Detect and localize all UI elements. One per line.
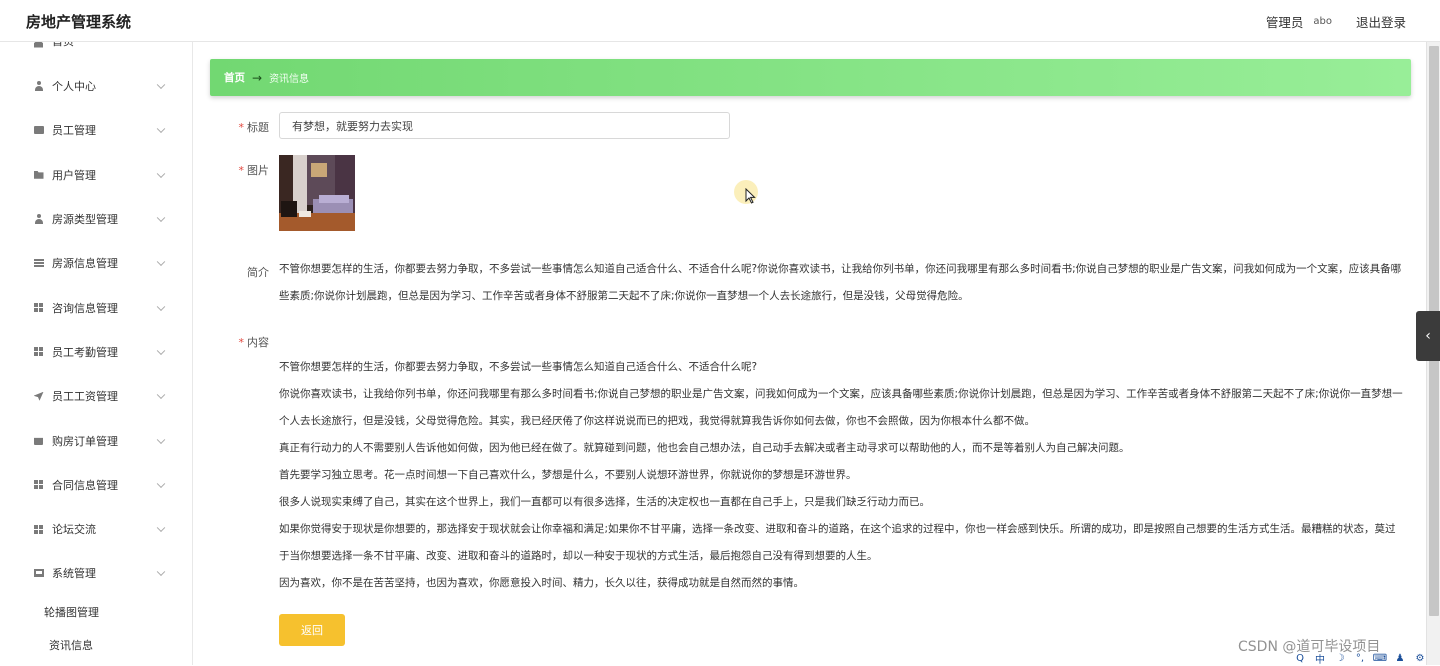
sidebar-item-label: 房源信息管理 [52, 257, 118, 271]
sidebar-item-label: 员工工资管理 [52, 390, 118, 404]
chevron-down-icon [156, 346, 166, 355]
sidebar-item-label: 员工考勤管理 [52, 345, 118, 359]
content-body: 不管你想要怎样的生活，你都要去努力争取，不多尝试一些事情怎么知道自己适合什么、不… [279, 354, 1404, 597]
intro-text: 不管你想要怎样的生活，你都要去努力争取，不多尝试一些事情怎么知道自己适合什么、不… [279, 263, 1402, 302]
user-area: 管理员 abo 退出登录 [1266, 12, 1406, 31]
sidebar-item-label: 咨询信息管理 [52, 301, 118, 315]
app-title: 房地产管理系统 [26, 13, 132, 31]
sidebar-item-house-info[interactable]: 房源信息管理 [0, 241, 192, 285]
required-star: * [238, 121, 245, 134]
chevron-down-icon [156, 257, 166, 267]
arrow-right-icon: → [252, 70, 263, 85]
grid-icon [33, 302, 44, 313]
logout-button[interactable]: 退出登录 [1356, 12, 1406, 31]
required-star: * [238, 336, 245, 349]
sidebar-item-label: 合同信息管理 [52, 478, 118, 492]
main-content: 首页 → 资讯信息 * 标题 有梦想，就要努力去实现 * 图片 简介 不管你想要怎样… [193, 42, 1426, 665]
chevron-down-icon [156, 80, 166, 90]
sidebar-item-house-types[interactable]: 房源类型管理 [0, 197, 192, 241]
user-icon[interactable]: ♟ [1392, 653, 1408, 664]
chevron-down-icon [156, 390, 166, 400]
user-icon [33, 81, 44, 92]
sidebar-subitem-carousel[interactable]: 轮播图管理 [0, 596, 192, 629]
sidebar-item-personal-center[interactable]: 个人中心 [0, 64, 192, 108]
back-button[interactable]: 返回 [279, 614, 345, 646]
sidebar-item-label: 系统管理 [52, 567, 96, 581]
content-paragraph: 因为喜欢，你不是在苦苦坚持，也因为喜欢，你愿意投入时间、精力，长久以往，获得成功… [279, 577, 804, 589]
sidebar-item-attendance[interactable]: 员工考勤管理 [0, 330, 192, 374]
title-value: 有梦想，就要努力去实现 [292, 119, 413, 133]
grid-icon [33, 346, 44, 357]
content-paragraph: 你说你喜欢读书，让我给你列书单，你还问我哪里有那么多时间看书;你说自己梦想的职业… [279, 388, 1403, 427]
sidebar-item-contracts[interactable]: 合同信息管理 [0, 463, 192, 507]
sidebar-item-label: 房源类型管理 [52, 213, 118, 227]
required-star: * [238, 164, 245, 177]
sidebar-item-consult-info[interactable]: 咨询信息管理 [0, 285, 192, 329]
sidebar-item-users[interactable]: 用户管理 [0, 153, 192, 197]
sidebar-item-label: 个人中心 [52, 80, 96, 94]
chevron-down-icon [156, 479, 166, 488]
ime-tray: Q 中 ☽ °, ⌨ ♟ ⚙ [1292, 651, 1432, 666]
top-bar: 房地产管理系统 管理员 abo 退出登录 [0, 0, 1440, 42]
sidebar-item-salary[interactable]: 员工工资管理 [0, 374, 192, 418]
grid-icon [33, 479, 44, 490]
send-icon [33, 391, 44, 402]
sidebar-item-label: 购房订单管理 [52, 434, 118, 448]
content-paragraph: 不管你想要怎样的生活，你都要去努力争取，不多尝试一些事情怎么知道自己适合什么、不… [279, 361, 758, 373]
title-input[interactable]: 有梦想，就要努力去实现 [279, 112, 730, 139]
chevron-down-icon [156, 567, 166, 577]
room-photo[interactable] [279, 155, 355, 231]
content-paragraph: 首先要学习独立思考。花一点时间想一下自己喜欢什么，梦想是什么，不要别人说想环游世… [279, 469, 857, 481]
chat-icon [33, 125, 44, 136]
content-label: * 内容 [238, 336, 270, 349]
sidebar: 首页 个人中心 员工管理 用户管理 房源类型管理 房源信息管理 咨询信息管理 员… [0, 42, 193, 665]
content-paragraph: 真正有行动力的人不需要别人告诉他如何做，因为他已经在做了。就算碰到问题，他也会自… [279, 442, 1130, 454]
ime-chinese-icon[interactable]: 中 [1312, 651, 1328, 666]
chevron-down-icon [156, 213, 166, 223]
sidebar-item-label: 员工管理 [52, 124, 96, 138]
sidebar-subitem-news[interactable]: 资讯信息 [0, 629, 192, 662]
user-role: 管理员 [1265, 15, 1304, 30]
moon-icon[interactable]: ☽ [1332, 653, 1348, 664]
sidebar-item-label: 用户管理 [52, 168, 96, 182]
sidebar-item-system[interactable]: 系统管理 [0, 551, 192, 595]
list-icon [33, 258, 44, 269]
breadcrumb-current: 资讯信息 [269, 74, 310, 85]
sidebar-item-staff[interactable]: 员工管理 [0, 108, 192, 152]
user-icon [33, 214, 44, 225]
content-paragraph: 很多人说现实束缚了自己，其实在这个世界上，我们一直都可以有很多选择，生活的决定权… [279, 496, 930, 508]
keyboard-icon[interactable]: ⌨ [1372, 653, 1388, 664]
intro-label: 简介 [247, 266, 269, 279]
side-panel-toggle[interactable]: ‹ [1416, 311, 1440, 361]
chevron-down-icon [156, 169, 166, 178]
bag-icon [33, 435, 44, 446]
chevron-down-icon [156, 435, 166, 444]
breadcrumb: 首页 → 资讯信息 [210, 59, 1411, 96]
sidebar-item-label: 论坛交流 [52, 523, 96, 537]
sidebar-item-orders[interactable]: 购房订单管理 [0, 418, 192, 462]
home-icon [33, 42, 44, 49]
grid-icon [33, 524, 44, 535]
sidebar-item-home[interactable]: 首页 [0, 42, 192, 49]
monitor-icon [33, 568, 44, 579]
chevron-down-icon [156, 124, 166, 134]
chevron-down-icon [156, 523, 166, 533]
chevron-left-icon: ‹ [1425, 328, 1431, 344]
breadcrumb-home[interactable]: 首页 [224, 70, 245, 85]
image-label: * 图片 [238, 164, 270, 177]
content-paragraph: 如果你觉得安于现状是你想要的，那选择安于现状就会让你幸福和满足;如果你不甘平庸，… [279, 523, 1396, 562]
cursor-icon [745, 188, 756, 204]
search-icon[interactable]: Q [1292, 653, 1308, 664]
punctuation-icon[interactable]: °, [1352, 653, 1368, 664]
sidebar-item-label: 首页 [52, 42, 74, 49]
chevron-down-icon [156, 302, 166, 311]
username: abo [1313, 16, 1332, 27]
sidebar-item-forum[interactable]: 论坛交流 [0, 507, 192, 551]
folder-icon [33, 169, 44, 180]
title-label: * 标题 [238, 121, 270, 134]
gear-icon[interactable]: ⚙ [1412, 653, 1428, 664]
